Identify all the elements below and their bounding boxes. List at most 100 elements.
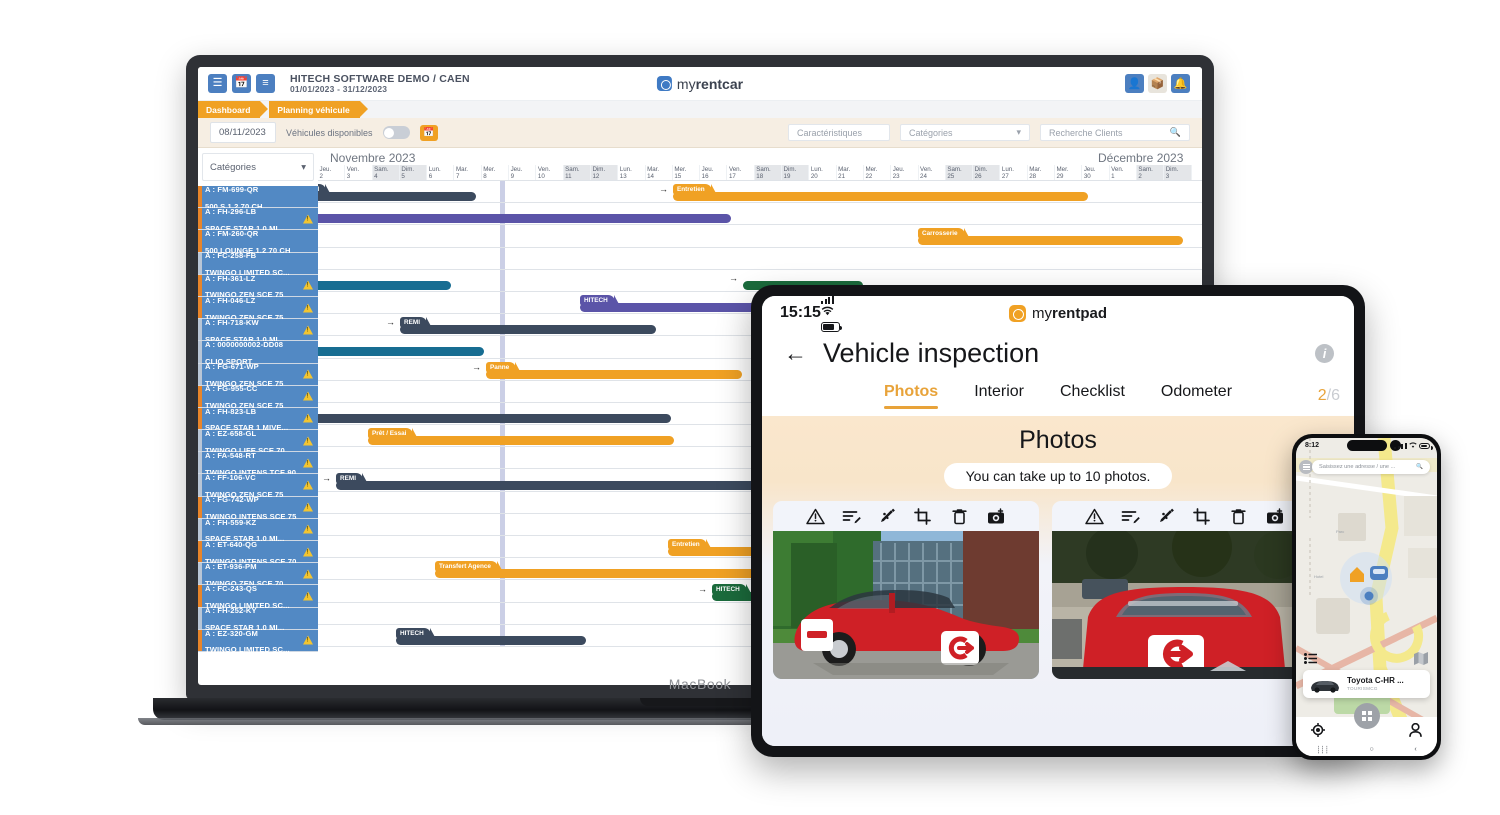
map-layers-icon[interactable] <box>1413 651 1429 666</box>
camera-add-icon[interactable] <box>1265 507 1285 525</box>
booking-bar[interactable]: Transfert Agence <box>435 561 765 579</box>
crop-icon[interactable] <box>1193 507 1212 525</box>
characteristics-select[interactable]: Caractéristiques <box>788 124 890 141</box>
home-icon[interactable]: ○ <box>1370 746 1374 753</box>
back-arrow-icon[interactable]: ← <box>784 341 807 365</box>
planning-icon[interactable]: ≡ <box>256 74 275 93</box>
warning-icon[interactable] <box>1085 508 1104 525</box>
day-number: 22 <box>865 173 873 181</box>
day-number: 3 <box>1165 173 1170 181</box>
day-column-header: Mer. 15 <box>673 165 701 180</box>
hamburger-icon[interactable] <box>1299 460 1313 474</box>
breadcrumb-planning[interactable]: Planning véhicule <box>260 101 368 118</box>
vehicle-card[interactable]: Toyota C-HR ... TOURISMCG <box>1303 670 1430 698</box>
day-number: 21 <box>838 173 846 181</box>
list-icon[interactable] <box>1304 653 1317 664</box>
tablet-body: 15:15 myrentpad ← Vehicle inspection i P… <box>751 285 1365 757</box>
day-number: 11 <box>565 173 572 181</box>
tablet-status-bar: 15:15 myrentpad <box>762 296 1354 332</box>
booking-bar[interactable]: Carrosserie <box>918 228 1183 246</box>
day-column-header: Mer. 22 <box>864 165 892 181</box>
booking-bar[interactable] <box>318 414 671 423</box>
day-number: 20 <box>810 173 818 181</box>
booking-bar[interactable]: REMI <box>336 472 756 490</box>
warning-icon <box>303 458 313 468</box>
categories-filter-select[interactable]: Catégories ▾ <box>202 153 314 181</box>
booking-bar[interactable]: Panne <box>486 361 742 379</box>
timeline-row[interactable] <box>318 248 1202 270</box>
myrentpad-logo: myrentpad <box>1008 304 1107 322</box>
back-icon[interactable]: ‹ <box>1414 746 1416 753</box>
grid-icon[interactable] <box>1353 703 1380 729</box>
photo-card[interactable] <box>1052 501 1318 679</box>
address-search-input[interactable]: Saisissez une adresse / une ... 🔍 <box>1312 460 1430 474</box>
notes-icon[interactable] <box>1121 508 1140 525</box>
menu-icon[interactable]: ☰ <box>208 74 227 93</box>
calendar-icon[interactable]: 📅 <box>419 124 438 141</box>
info-icon[interactable]: i <box>1315 343 1334 363</box>
vehicle-status-stripe <box>198 452 202 474</box>
booking-bar[interactable] <box>318 280 451 290</box>
vehicle-list: A : FM-699-QR 500 S 1,2 70 CH A : FH-296-L… <box>198 184 318 655</box>
tab-photos[interactable]: Photos <box>883 383 939 409</box>
tab-odometer[interactable]: Odometer <box>1161 383 1232 409</box>
package-icon[interactable]: 📦 <box>1148 74 1167 93</box>
warning-icon[interactable] <box>806 508 825 525</box>
day-name: Mar. <box>838 166 851 173</box>
tab-checklist[interactable]: Checklist <box>1060 383 1125 409</box>
client-search-input[interactable]: Recherche Clients 🔍 <box>1040 124 1190 141</box>
annotate-icon[interactable] <box>878 508 897 525</box>
photo-thumbnail[interactable] <box>1052 531 1318 679</box>
booking-bar[interactable]: Entretien <box>673 184 1088 201</box>
annotate-icon[interactable] <box>1157 508 1176 525</box>
camera-add-icon[interactable] <box>986 507 1006 525</box>
vehicle-plate: A : FH-559-KZ <box>205 517 257 527</box>
signal-icon <box>820 296 840 304</box>
booking-bar[interactable] <box>318 214 731 224</box>
day-number: 19 <box>783 173 791 181</box>
day-name: Ven. <box>346 166 360 173</box>
booking-bar[interactable] <box>318 347 484 357</box>
vehicle-plate: A : FC-243-QS <box>205 584 258 594</box>
photo-card[interactable] <box>773 501 1039 679</box>
profile-icon[interactable] <box>1409 723 1423 737</box>
tablet-status-icons <box>820 296 843 332</box>
delete-icon[interactable] <box>1229 508 1248 525</box>
day-number: 7 <box>455 173 460 181</box>
day-number: 12 <box>592 173 600 181</box>
user-icon[interactable]: 👤 <box>1125 74 1144 93</box>
photo-thumbnail[interactable] <box>773 531 1039 679</box>
tablet-device: 15:15 myrentpad ← Vehicle inspection i P… <box>751 285 1365 757</box>
vehicle-plate: A : FH-296-LB <box>205 206 257 216</box>
day-name: Jeu. <box>701 166 714 173</box>
booking-bar[interactable]: Prêt / Essai <box>368 428 674 446</box>
vehicle-status-stripe <box>198 474 202 496</box>
booking-bar[interactable]: REMI <box>400 317 656 335</box>
notes-icon[interactable] <box>842 508 861 525</box>
vehicle-plate: A : FH-823-LB <box>205 406 257 416</box>
vehicle-name: Toyota C-HR ... <box>1347 676 1404 686</box>
delete-icon[interactable] <box>950 508 969 525</box>
booking-label: Prêt / Essai <box>368 428 419 440</box>
booking-bar[interactable]: HITECH <box>396 628 586 645</box>
tab-interior[interactable]: Interior <box>974 383 1024 409</box>
locate-icon[interactable] <box>1310 723 1325 737</box>
booking-bar[interactable]: CH <box>318 184 476 201</box>
crop-icon[interactable] <box>914 507 933 525</box>
vehicle-status-stripe <box>198 430 202 452</box>
recents-icon[interactable]: ┊┊┊ <box>1316 746 1329 754</box>
map-pins[interactable] <box>1346 560 1392 584</box>
available-vehicles-toggle[interactable] <box>382 126 410 139</box>
vehicle-row[interactable]: A : EZ-320-GM TWINGO LIMITED SC... <box>198 629 318 655</box>
vehicle-status-stripe <box>198 563 202 585</box>
calendar-icon[interactable]: 📅 <box>232 74 251 93</box>
vehicle-plate: A : FM-699-QR <box>205 184 259 194</box>
vehicle-plate: A : 0000000002-DD08 <box>205 340 284 350</box>
date-input[interactable]: 08/11/2023 <box>210 122 276 143</box>
categories-select[interactable]: Catégories ▾ <box>900 124 1030 141</box>
available-vehicles-label: Véhicules disponibles <box>286 127 373 138</box>
bell-icon[interactable]: 🔔 <box>1171 74 1190 93</box>
breadcrumb-dashboard[interactable]: Dashboard <box>198 101 269 118</box>
vehicle-status-stripe <box>198 208 202 230</box>
vehicle-model: TWINGO LIMITED SC... <box>205 645 290 655</box>
